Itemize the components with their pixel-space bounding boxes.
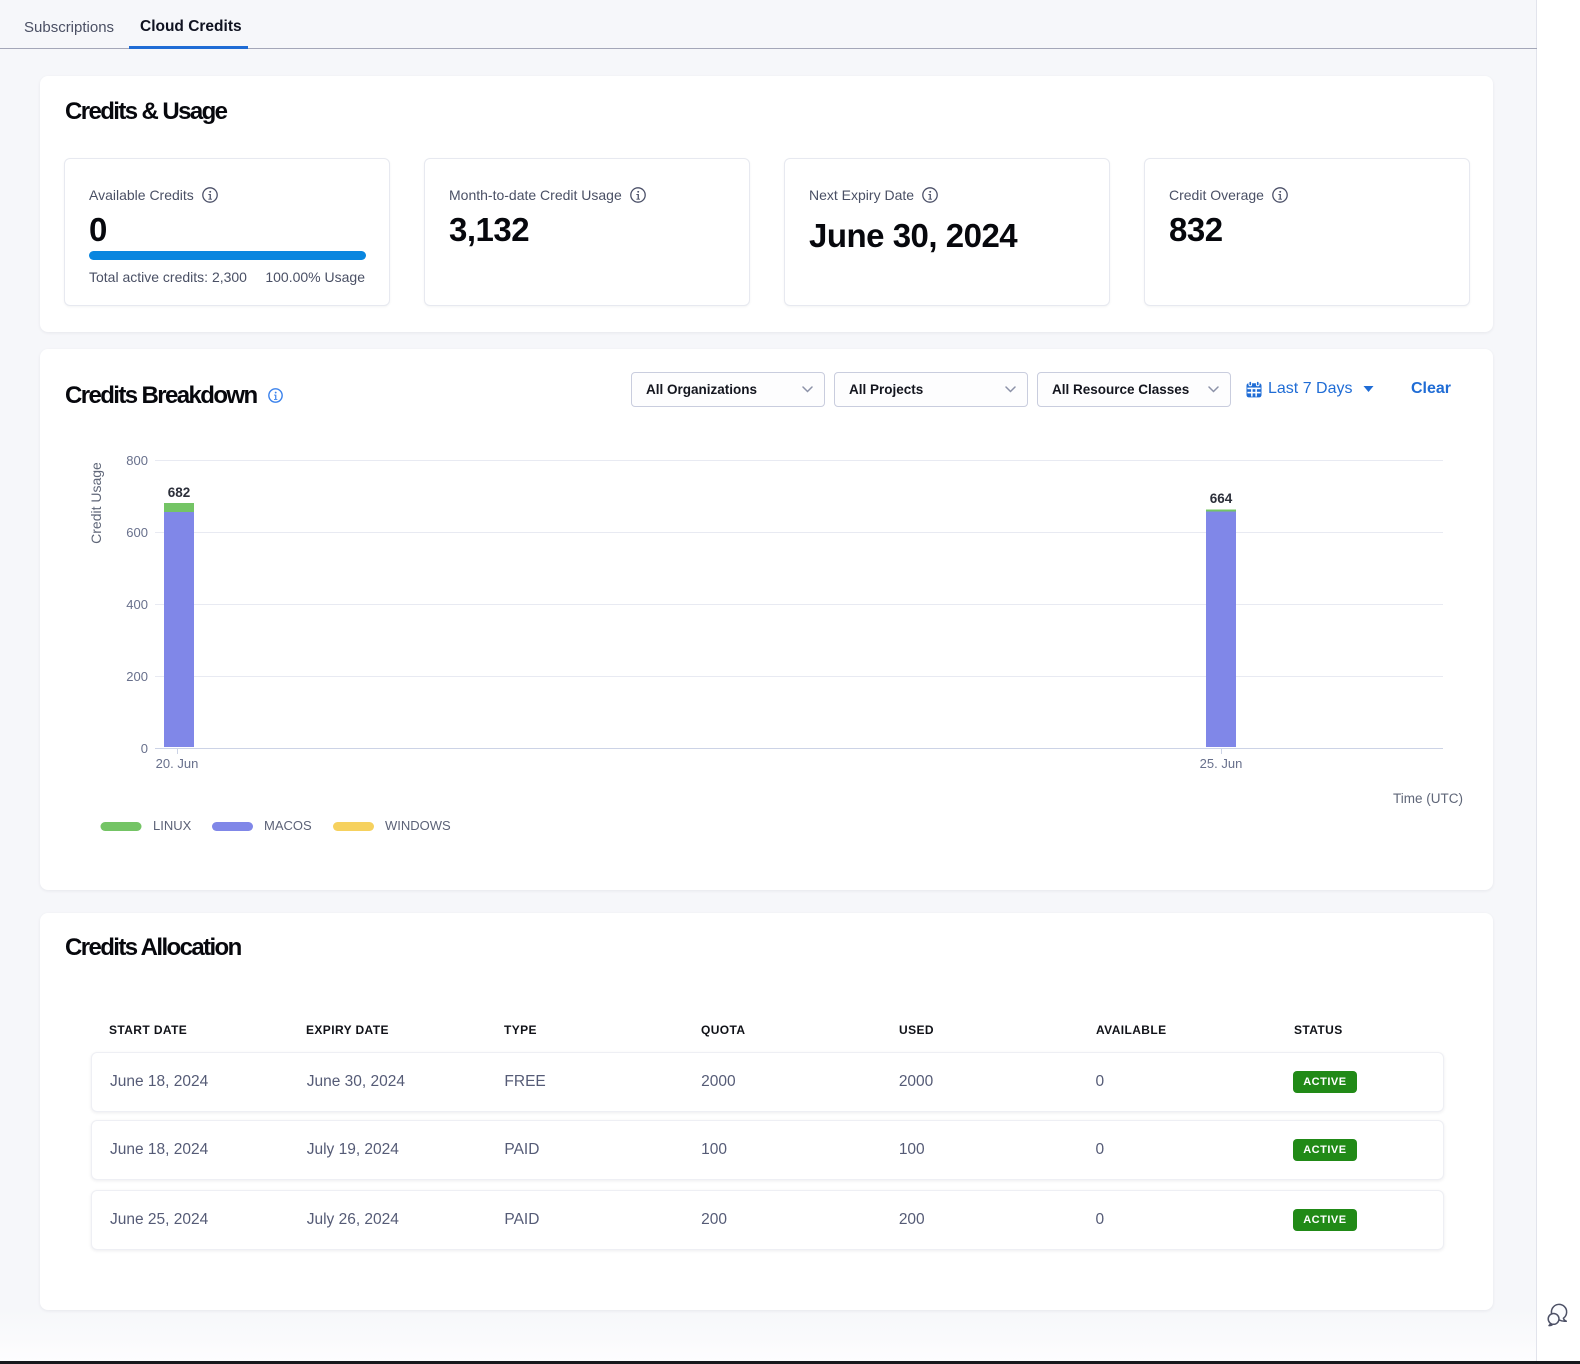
svg-text:600: 600 — [126, 525, 148, 540]
svg-text:400: 400 — [126, 597, 148, 612]
svg-text:682: 682 — [168, 485, 191, 500]
svg-text:0: 0 — [141, 741, 148, 756]
svg-text:25. Jun: 25. Jun — [1200, 756, 1243, 771]
svg-text:WINDOWS: WINDOWS — [385, 818, 451, 833]
svg-text:800: 800 — [126, 453, 148, 468]
svg-text:Time (UTC): Time (UTC) — [1393, 791, 1463, 806]
svg-text:200: 200 — [126, 669, 148, 684]
svg-text:LINUX: LINUX — [153, 818, 192, 833]
svg-text:Credit Usage: Credit Usage — [88, 462, 104, 544]
svg-text:664: 664 — [1210, 491, 1233, 506]
svg-text:MACOS: MACOS — [264, 818, 312, 833]
svg-text:20. Jun: 20. Jun — [156, 756, 199, 771]
